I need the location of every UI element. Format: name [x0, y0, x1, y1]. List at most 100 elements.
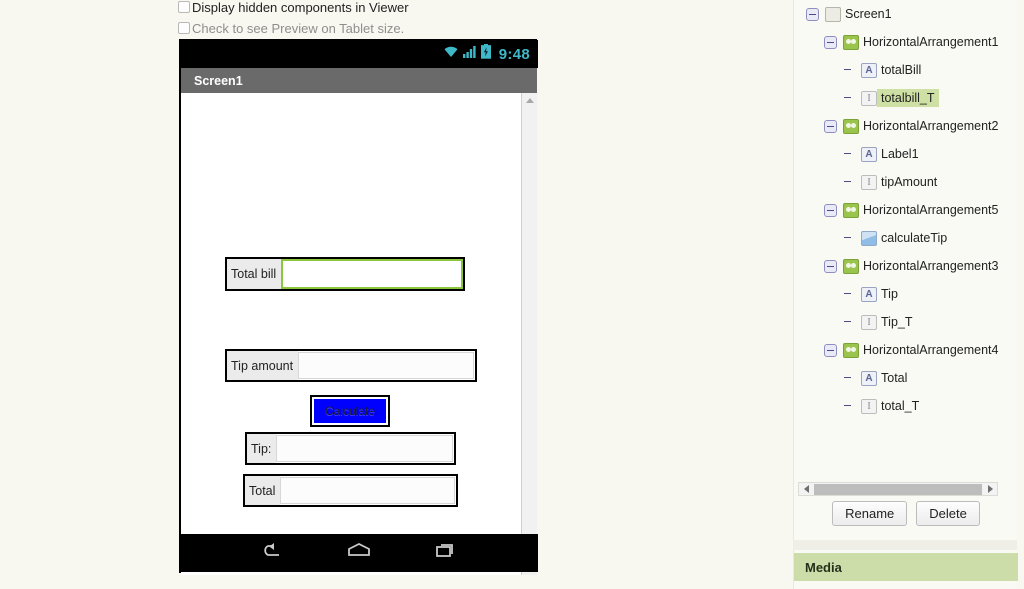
tree-node-tipamount[interactable]: ItipAmount	[794, 168, 1018, 196]
textbox-totalbill-t[interactable]	[281, 259, 463, 289]
viewer-vertical-scrollbar[interactable]	[521, 93, 537, 575]
collapse-icon[interactable]	[806, 7, 819, 21]
recents-icon[interactable]	[431, 541, 461, 566]
horizontal-arrangement-5[interactable]: Calculate	[310, 395, 390, 427]
horizontal-arrangement-icon	[843, 202, 859, 218]
phone-nav-bar	[180, 534, 538, 572]
scroll-left-icon[interactable]	[799, 485, 813, 493]
tree-node-horizontalarrangement1[interactable]: HorizontalArrangement1	[794, 28, 1018, 56]
textbox-tip-t[interactable]	[276, 435, 453, 462]
tree-node-label1[interactable]: A Label1	[794, 140, 1018, 168]
tree-indent-spacer	[842, 316, 855, 329]
horizontal-arrangement-icon	[843, 258, 859, 274]
tree-node-label: totalbill_T	[877, 89, 939, 107]
checkbox-tablet-preview[interactable]	[178, 22, 190, 34]
collapse-icon[interactable]	[824, 119, 837, 133]
label-icon: A	[861, 62, 877, 78]
tree-node-screen1[interactable]: Screen1	[794, 0, 1018, 28]
horizontal-arrangement-2[interactable]: Tip amount	[225, 349, 477, 382]
viewer-options: Display hidden components in Viewer Chec…	[178, 0, 538, 42]
checkbox-label-display-hidden: Display hidden components in Viewer	[192, 0, 409, 15]
tree-indent-spacer	[842, 400, 855, 413]
label-total-bill[interactable]: Total bill	[227, 259, 282, 289]
tree-node-label: HorizontalArrangement2	[863, 119, 999, 133]
tree-node-label: Total	[881, 371, 908, 385]
textbox-icon: I	[861, 398, 877, 414]
horizontal-arrangement-1[interactable]: Total bill	[225, 257, 465, 291]
tree-node-label: Tip	[881, 287, 898, 301]
delete-button[interactable]: Delete	[916, 501, 980, 526]
components-tree[interactable]: Screen1 HorizontalArrangement1 AtotalBill I…	[794, 0, 1018, 478]
checkbox-label-tablet-preview: Check to see Preview on Tablet size.	[192, 21, 405, 36]
rename-button[interactable]: Rename	[832, 501, 908, 526]
button-icon	[861, 230, 877, 246]
collapse-icon[interactable]	[824, 343, 837, 357]
tree-indent-spacer	[842, 372, 855, 385]
tree-indent-spacer	[842, 232, 855, 245]
tree-node-tip[interactable]: A Tip	[794, 280, 1018, 308]
tree-node-calculatetip[interactable]: calculateTip	[794, 224, 1018, 252]
tree-node-label: HorizontalArrangement5	[863, 203, 999, 217]
tree-node-label: total_T	[881, 399, 920, 413]
textbox-icon: I	[861, 90, 877, 106]
checkbox-display-hidden-components[interactable]	[178, 1, 190, 13]
tree-indent-spacer	[842, 148, 855, 161]
designer-form-area[interactable]: Total bill Tip amount Calculate Tip: Tot…	[181, 93, 521, 575]
tree-indent-spacer	[842, 64, 855, 77]
tree-horizontal-scrollbar[interactable]	[798, 482, 998, 496]
scroll-right-icon[interactable]	[983, 485, 997, 493]
battery-icon	[480, 44, 491, 64]
checkbox-row-display-hidden[interactable]: Display hidden components in Viewer	[178, 0, 538, 21]
status-bar-time: 9:48	[498, 45, 530, 63]
home-icon[interactable]	[344, 541, 374, 566]
app-inventor-designer: Display hidden components in Viewer Chec…	[0, 0, 1024, 589]
tree-node-totalbill_t[interactable]: Itotalbill_T	[794, 84, 1018, 112]
tree-node-horizontalarrangement2[interactable]: HorizontalArrangement2	[794, 112, 1018, 140]
button-calculate-tip[interactable]: Calculate	[314, 399, 386, 423]
tree-node-horizontalarrangement3[interactable]: HorizontalArrangement3	[794, 252, 1018, 280]
horizontal-arrangement-4[interactable]: Total	[243, 474, 458, 507]
horizontal-arrangement-icon	[843, 118, 859, 134]
media-panel: Media	[793, 550, 1018, 589]
tree-node-label: HorizontalArrangement4	[863, 343, 999, 357]
tree-node-label: calculateTip	[881, 231, 948, 245]
tree-node-tip_t[interactable]: I Tip_T	[794, 308, 1018, 336]
tree-indent-spacer	[842, 176, 855, 189]
collapse-icon[interactable]	[824, 203, 837, 217]
textbox-tipamount[interactable]	[298, 352, 474, 379]
tree-node-label: tipAmount	[881, 175, 938, 189]
tree-node-label: HorizontalArrangement3	[863, 259, 999, 273]
back-icon[interactable]	[257, 541, 287, 566]
scroll-thumb[interactable]	[814, 483, 982, 495]
tree-node-label: Tip_T	[881, 315, 913, 329]
screen-icon	[825, 6, 841, 22]
tree-node-label: Label1	[881, 147, 919, 161]
phone-title-bar: Screen1	[181, 68, 537, 93]
media-panel-header: Media	[794, 553, 1018, 581]
tree-node-total_t[interactable]: Itotal_T	[794, 392, 1018, 420]
tree-node-totalbill[interactable]: AtotalBill	[794, 56, 1018, 84]
horizontal-arrangement-icon	[843, 34, 859, 50]
components-tree-panel: Screen1 HorizontalArrangement1 AtotalBill I…	[793, 0, 1017, 540]
label-total[interactable]: Total	[245, 476, 281, 505]
textbox-icon: I	[861, 314, 877, 330]
label-icon: A	[861, 370, 877, 386]
collapse-icon[interactable]	[824, 35, 837, 49]
phone-status-bar: 9:48	[180, 40, 538, 68]
phone-screen-body[interactable]: Total bill Tip amount Calculate Tip: Tot…	[181, 93, 537, 575]
tree-node-horizontalarrangement5[interactable]: HorizontalArrangement5	[794, 196, 1018, 224]
textbox-total-t[interactable]	[280, 477, 455, 504]
scroll-up-icon[interactable]	[522, 93, 538, 108]
label-icon: A	[861, 146, 877, 162]
tree-node-label: HorizontalArrangement1	[863, 35, 999, 49]
label-tip-amount[interactable]: Tip amount	[227, 351, 299, 380]
tree-indent-spacer	[842, 288, 855, 301]
wifi-icon	[443, 45, 459, 63]
tree-node-total[interactable]: A Total	[794, 364, 1018, 392]
horizontal-arrangement-3[interactable]: Tip:	[245, 432, 456, 465]
label-tip[interactable]: Tip:	[247, 434, 277, 463]
collapse-icon[interactable]	[824, 259, 837, 273]
tree-node-horizontalarrangement4[interactable]: HorizontalArrangement4	[794, 336, 1018, 364]
phone-viewer: 9:48 Screen1 Total bill Tip amount Calcu…	[179, 39, 538, 575]
label-icon: A	[861, 286, 877, 302]
